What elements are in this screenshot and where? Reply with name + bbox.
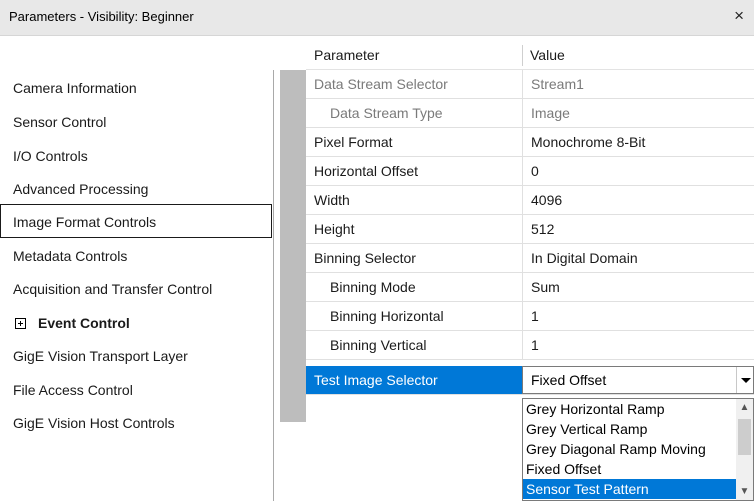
dropdown-option[interactable]: Grey Horizontal Ramp [523,399,737,419]
sidebar-item-sensor-control[interactable]: Sensor Control [0,104,273,138]
table-row[interactable]: Binning Selector In Digital Domain [306,244,754,273]
table-row[interactable]: Binning Vertical 1 [306,331,754,360]
param-name: Pixel Format [314,134,393,150]
param-name: Test Image Selector [306,366,522,394]
column-header-value[interactable]: Value [530,41,565,70]
table-row[interactable]: Pixel Format Monochrome 8-Bit [306,128,754,157]
param-value[interactable]: 1 [522,302,754,330]
table-row[interactable]: Horizontal Offset 0 [306,157,754,186]
dropdown-scrollbar[interactable]: ▲ ▼ [736,399,753,500]
param-name: Data Stream Type [330,105,443,121]
grid-header: Parameter Value [306,41,754,70]
close-icon[interactable]: × [734,6,744,26]
table-row[interactable]: Width 4096 [306,186,754,215]
table-row[interactable]: Binning Mode Sum [306,273,754,302]
param-value[interactable]: 512 [522,215,754,243]
sidebar-item-image-format-controls[interactable]: Image Format Controls [0,204,272,238]
column-divider[interactable] [522,45,523,66]
param-value[interactable]: 1 [522,331,754,359]
param-name: Binning Mode [330,279,416,295]
sidebar-item-gige-vision-host-controls[interactable]: GigE Vision Host Controls [0,405,273,439]
expand-plus-icon[interactable] [15,317,26,329]
scroll-thumb[interactable] [738,419,751,455]
grid-gutter [280,70,306,422]
param-value: Stream1 [522,70,754,98]
param-value[interactable]: 0 [522,157,754,185]
column-header-parameter[interactable]: Parameter [314,41,379,70]
dropdown-option[interactable]: Grey Vertical Ramp [523,419,737,439]
table-row[interactable]: Data Stream Type Image [306,99,754,128]
dropdown-list: Grey Horizontal Ramp Grey Vertical Ramp … [522,398,754,501]
param-value[interactable]: Monochrome 8-Bit [522,128,754,156]
sidebar-item-label: Event Control [38,315,130,331]
param-value: Image [522,99,754,127]
param-name: Height [314,221,355,237]
table-row[interactable]: Data Stream Selector Stream1 [306,70,754,99]
title-bar: Parameters - Visibility: Beginner × [0,0,754,36]
param-value[interactable]: 4096 [522,186,754,214]
dropdown-arrow-icon[interactable] [736,367,753,393]
sidebar-item-file-access-control[interactable]: File Access Control [0,372,273,406]
scroll-down-icon[interactable]: ▼ [736,483,753,500]
category-sidebar: Camera Information Sensor Control I/O Co… [0,70,274,501]
param-value[interactable]: In Digital Domain [522,244,754,272]
dropdown-selected-value: Fixed Offset [531,372,607,388]
dropdown-option[interactable]: Fixed Offset [523,459,737,479]
sidebar-item-event-control[interactable]: Event Control [0,305,273,339]
param-name: Binning Selector [314,250,416,266]
table-row-selected[interactable]: Test Image Selector Fixed Offset [306,366,754,395]
dropdown-option-highlighted[interactable]: Sensor Test Pattern [523,479,737,499]
param-name: Data Stream Selector [314,76,448,92]
param-name: Horizontal Offset [314,163,419,179]
sidebar-item-advanced-processing[interactable]: Advanced Processing [0,171,273,205]
param-name: Binning Vertical [330,337,427,353]
window-title: Parameters - Visibility: Beginner [9,9,194,24]
sidebar-item-camera-information[interactable]: Camera Information [0,70,273,104]
sidebar-item-acquisition-and-transfer-control[interactable]: Acquisition and Transfer Control [0,271,273,305]
param-value[interactable]: Sum [522,273,754,301]
dropdown-option[interactable]: Grey Diagonal Ramp Moving [523,439,737,459]
test-image-selector-dropdown[interactable]: Fixed Offset [522,366,754,394]
sidebar-item-gige-vision-transport-layer[interactable]: GigE Vision Transport Layer [0,338,273,372]
sidebar-item-io-controls[interactable]: I/O Controls [0,138,273,172]
table-row[interactable]: Height 512 [306,215,754,244]
param-name: Width [314,192,350,208]
sidebar-item-metadata-controls[interactable]: Metadata Controls [0,238,273,272]
param-name: Binning Horizontal [330,308,444,324]
scroll-up-icon[interactable]: ▲ [736,399,753,416]
table-row[interactable]: Binning Horizontal 1 [306,302,754,331]
